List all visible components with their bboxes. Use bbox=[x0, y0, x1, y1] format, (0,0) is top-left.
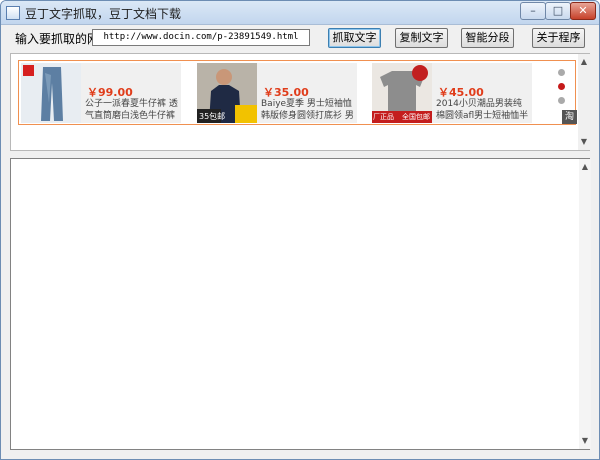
carousel-dot[interactable] bbox=[558, 97, 565, 104]
copy-text-button[interactable]: 复制文字 bbox=[395, 28, 448, 48]
app-icon bbox=[6, 6, 20, 20]
tshirt-model-image: 35包邮 bbox=[197, 63, 257, 123]
carousel-dot-active[interactable] bbox=[558, 83, 565, 90]
url-input[interactable]: http://www.docin.com/p-23891549.html bbox=[92, 29, 310, 46]
scroll-down-icon[interactable]: ▼ bbox=[579, 435, 591, 447]
scroll-down-icon[interactable]: ▼ bbox=[578, 136, 590, 148]
ad-banner: ￥99.00 公子一派春夏牛仔裤 透气直筒磨白浅色牛仔裤 35包邮 ￥35.00… bbox=[18, 60, 577, 125]
minimize-button[interactable]: – bbox=[520, 2, 546, 20]
ad-title: 2014小贝潮品男装纯棉圆领afl男士短袖恤半袖T bbox=[436, 99, 529, 121]
ad-item-1[interactable]: ￥99.00 公子一派春夏牛仔裤 透气直筒磨白浅色牛仔裤 bbox=[21, 63, 181, 123]
ad-item-3[interactable]: 厂正品 全国包邮 ￥45.00 2014小贝潮品男装纯棉圆领afl男士短袖恤半袖… bbox=[372, 63, 532, 123]
title-bar: 豆丁文字抓取，豆丁文档下载 – □ ✕ bbox=[1, 1, 599, 25]
grab-text-button[interactable]: 抓取文字 bbox=[328, 28, 381, 48]
ad-title: 公子一派春夏牛仔裤 透气直筒磨白浅色牛仔裤 bbox=[85, 99, 178, 121]
badge-label-a: 厂正品 bbox=[373, 113, 394, 121]
result-text-area[interactable]: ▲ ▼ bbox=[10, 158, 591, 450]
badge-label-b: 全国包邮 bbox=[402, 113, 430, 121]
about-button[interactable]: 关于程序 bbox=[532, 28, 585, 48]
ad-scrollbar[interactable]: ▲ ▼ bbox=[578, 54, 590, 150]
close-button[interactable]: ✕ bbox=[570, 2, 596, 20]
taobao-logo: 淘 bbox=[562, 110, 577, 124]
jeans-image bbox=[21, 63, 81, 123]
badge-label: 35包邮 bbox=[199, 112, 226, 121]
carousel-dots bbox=[558, 69, 566, 111]
ad-panel: ￥99.00 公子一派春夏牛仔裤 透气直筒磨白浅色牛仔裤 35包邮 ￥35.00… bbox=[10, 53, 590, 151]
scroll-up-icon[interactable]: ▲ bbox=[578, 56, 590, 68]
app-window: 豆丁文字抓取，豆丁文档下载 – □ ✕ 输入要抓取的网址 http://www.… bbox=[0, 0, 600, 460]
ad-item-2[interactable]: 35包邮 ￥35.00 Baiye夏季 男士短袖恤 韩版修身圆领打底衫 男 bbox=[197, 63, 357, 123]
maximize-button[interactable]: □ bbox=[545, 2, 571, 20]
text-scrollbar[interactable]: ▲ ▼ bbox=[579, 159, 591, 449]
carousel-dot[interactable] bbox=[558, 69, 565, 76]
ad-title: Baiye夏季 男士短袖恤 韩版修身圆领打底衫 男 bbox=[261, 99, 354, 121]
smart-split-button[interactable]: 智能分段 bbox=[461, 28, 514, 48]
gray-tshirt-image: 厂正品 全国包邮 bbox=[372, 63, 432, 123]
window-title: 豆丁文字抓取，豆丁文档下载 bbox=[25, 7, 182, 21]
scroll-up-icon[interactable]: ▲ bbox=[579, 161, 591, 173]
